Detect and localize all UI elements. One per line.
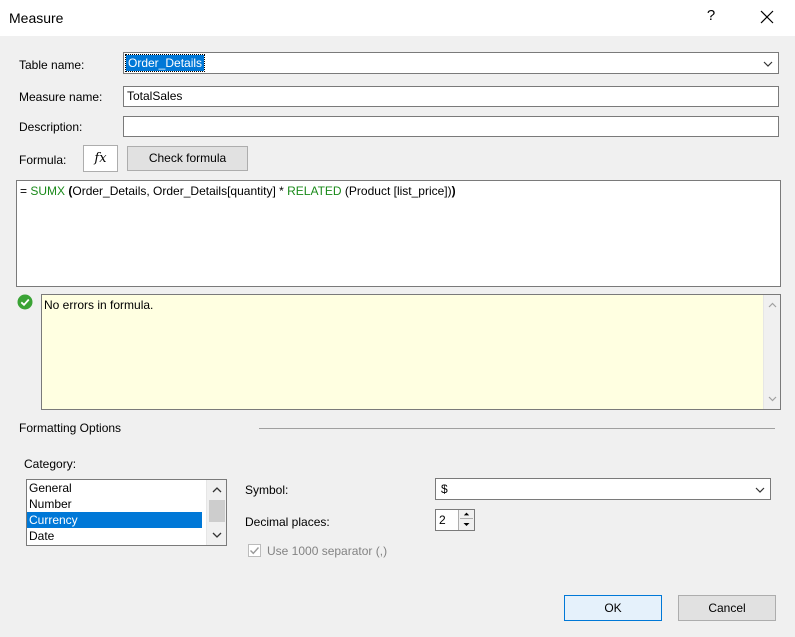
category-item-date[interactable]: Date: [27, 528, 202, 544]
formula-token: SUMX: [30, 184, 69, 198]
scroll-down-icon[interactable]: [211, 529, 223, 541]
chevron-down-icon: [755, 487, 765, 493]
scroll-up-icon[interactable]: [211, 484, 223, 496]
stepper-buttons: [458, 510, 474, 530]
formatting-options-label: Formatting Options: [19, 421, 122, 435]
category-item-number[interactable]: Number: [27, 496, 202, 512]
close-button[interactable]: [758, 8, 776, 26]
chevron-down-icon: [763, 61, 773, 67]
symbol-value: $: [441, 482, 448, 496]
status-message: No errors in formula.: [44, 298, 154, 312]
decrement-icon[interactable]: [460, 520, 473, 529]
check-circle-icon: [17, 294, 33, 310]
decimal-places-value: 2: [439, 513, 446, 527]
scroll-down-icon[interactable]: [767, 393, 778, 404]
category-scrollbar[interactable]: [206, 480, 226, 545]
measure-name-input[interactable]: TotalSales: [123, 86, 779, 107]
formula-token: (Product [list_price]): [344, 184, 452, 198]
decimal-places-label: Decimal places:: [245, 515, 330, 529]
decimal-places-stepper[interactable]: 2: [435, 509, 475, 531]
title-bar: Measure ?: [0, 0, 795, 36]
scroll-up-icon[interactable]: [767, 300, 778, 311]
function-icon: fx: [94, 151, 107, 166]
formula-token: Order_Details, Order_Details[quantity] *: [72, 184, 288, 198]
formula-token: RELATED: [287, 184, 345, 198]
symbol-combo[interactable]: $: [435, 478, 771, 500]
section-divider: [259, 428, 775, 429]
help-button[interactable]: ?: [703, 7, 719, 27]
formula-status-box: No errors in formula.: [41, 294, 781, 410]
ok-button[interactable]: OK: [564, 595, 662, 621]
measure-name-label: Measure name:: [19, 90, 103, 104]
table-name-label: Table name:: [19, 58, 85, 72]
formula-label: Formula:: [19, 153, 67, 167]
table-name-value: Order_Details: [124, 54, 206, 72]
category-label: Category:: [24, 457, 77, 471]
description-input[interactable]: [123, 116, 779, 137]
category-list: General Number Currency Date: [27, 480, 226, 544]
formula-token: ): [451, 184, 456, 198]
symbol-label: Symbol:: [245, 483, 289, 497]
increment-icon[interactable]: [460, 510, 473, 519]
fx-button[interactable]: fx: [83, 145, 118, 172]
cancel-button[interactable]: Cancel: [678, 595, 776, 621]
scroll-thumb[interactable]: [209, 500, 225, 522]
formula-editor[interactable]: = SUMX (Order_Details, Order_Details[qua…: [16, 180, 781, 287]
checkmark-icon: [250, 547, 260, 555]
category-item-currency[interactable]: Currency: [27, 512, 202, 528]
description-label: Description:: [19, 120, 83, 134]
thousand-separator-label: Use 1000 separator (,): [267, 544, 388, 558]
window-title: Measure: [9, 10, 64, 26]
table-name-combo[interactable]: Order_Details: [123, 52, 779, 74]
category-item-general[interactable]: General: [27, 480, 202, 496]
check-formula-button[interactable]: Check formula: [127, 146, 248, 171]
close-icon: [760, 10, 774, 24]
category-listbox[interactable]: General Number Currency Date: [26, 479, 227, 546]
formula-token: =: [20, 184, 31, 198]
thousand-separator-checkbox[interactable]: [248, 544, 261, 557]
status-scrollbar[interactable]: [763, 295, 780, 409]
